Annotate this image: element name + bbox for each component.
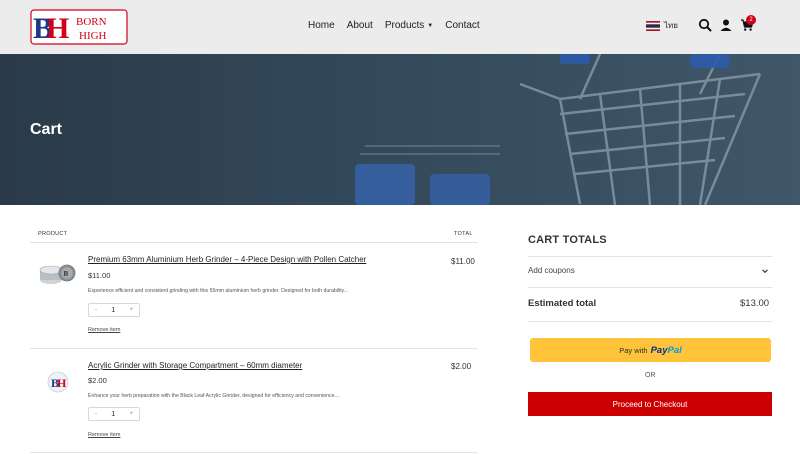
cart-totals-heading: CART TOTALS <box>528 234 607 246</box>
nav-about[interactable]: About <box>347 20 373 31</box>
quantity-stepper: - 1 + <box>88 303 140 317</box>
caret-down-icon: ▼ <box>427 23 434 29</box>
account-icon[interactable] <box>719 18 733 32</box>
quantity-stepper: - 1 + <box>88 407 140 421</box>
nav-products[interactable]: Products ▼ <box>385 20 433 31</box>
or-separator: OR <box>645 372 656 379</box>
cart-item-description: Experience efficient and consistent grin… <box>88 288 349 294</box>
paypal-logo-pal: Pal <box>667 344 682 356</box>
decrease-quantity-button[interactable]: - <box>95 307 97 313</box>
chevron-down-icon[interactable] <box>761 267 769 275</box>
svg-text:B: B <box>64 270 69 278</box>
quantity-value[interactable]: 1 <box>111 307 115 314</box>
table-header-divider <box>30 242 478 243</box>
svg-text:H: H <box>46 12 69 45</box>
paypal-prefix: Pay with <box>619 345 648 355</box>
decrease-quantity-button[interactable]: - <box>95 411 97 417</box>
product-thumbnail-acrylic-grinder[interactable]: B H <box>38 362 78 402</box>
paypal-button[interactable]: Pay with PayPal <box>530 338 771 362</box>
cart-count-badge: 2 <box>746 15 756 25</box>
language-switcher[interactable]: ไทย <box>646 19 678 32</box>
language-label: ไทย <box>664 21 678 30</box>
search-icon[interactable] <box>698 18 712 32</box>
column-header-total: TOTAL <box>454 231 473 237</box>
cart-item-title[interactable]: Acrylic Grinder with Storage Compartment… <box>88 361 302 370</box>
cart-item-price: $2.00 <box>88 376 107 385</box>
nav-home[interactable]: Home <box>308 20 335 31</box>
proceed-to-checkout-button[interactable]: Proceed to Checkout <box>528 392 772 416</box>
site-header: B H BORN HIGH Home About Products ▼ Conta… <box>0 0 800 54</box>
totals-divider <box>528 256 772 257</box>
estimated-total-value: $13.00 <box>740 298 770 309</box>
shopping-cart-background-image <box>355 54 762 205</box>
remove-item-link[interactable]: Remove item <box>88 432 120 438</box>
estimated-total-label: Estimated total <box>528 298 597 309</box>
paypal-logo: PayPal <box>651 345 682 356</box>
cart-item-title[interactable]: Premium 63mm Aluminium Herb Grinder – 4-… <box>88 255 366 264</box>
main-nav: Home About Products ▼ Contact <box>308 20 480 31</box>
increase-quantity-button[interactable]: + <box>129 411 133 417</box>
paypal-logo-pay: Pay <box>650 344 668 356</box>
svg-text:BORN: BORN <box>76 16 107 28</box>
row-divider <box>30 452 478 453</box>
add-coupons-toggle[interactable]: Add coupons <box>528 266 575 275</box>
cart-item-price: $11.00 <box>88 271 111 280</box>
cart-item-total: $2.00 <box>451 362 472 371</box>
quantity-value[interactable]: 1 <box>111 411 115 418</box>
nav-contact[interactable]: Contact <box>445 20 479 31</box>
page-hero: Cart <box>0 54 800 205</box>
increase-quantity-button[interactable]: + <box>129 307 133 313</box>
thai-flag-icon <box>646 20 660 31</box>
page-title: Cart <box>30 121 63 138</box>
born-high-logo[interactable]: B H BORN HIGH <box>30 9 128 45</box>
totals-divider <box>528 321 772 322</box>
remove-item-link[interactable]: Remove item <box>88 327 120 333</box>
cart-item-total: $11.00 <box>451 257 475 266</box>
row-divider <box>30 348 478 349</box>
product-thumbnail-aluminium-grinder[interactable]: B <box>38 256 78 296</box>
totals-divider <box>528 287 772 288</box>
column-header-product: PRODUCT <box>38 231 68 237</box>
nav-products-label: Products <box>384 20 425 31</box>
cart-item-description: Enhance your herb preparation with the B… <box>88 393 341 399</box>
svg-text:HIGH: HIGH <box>79 30 107 42</box>
svg-text:H: H <box>57 376 67 390</box>
